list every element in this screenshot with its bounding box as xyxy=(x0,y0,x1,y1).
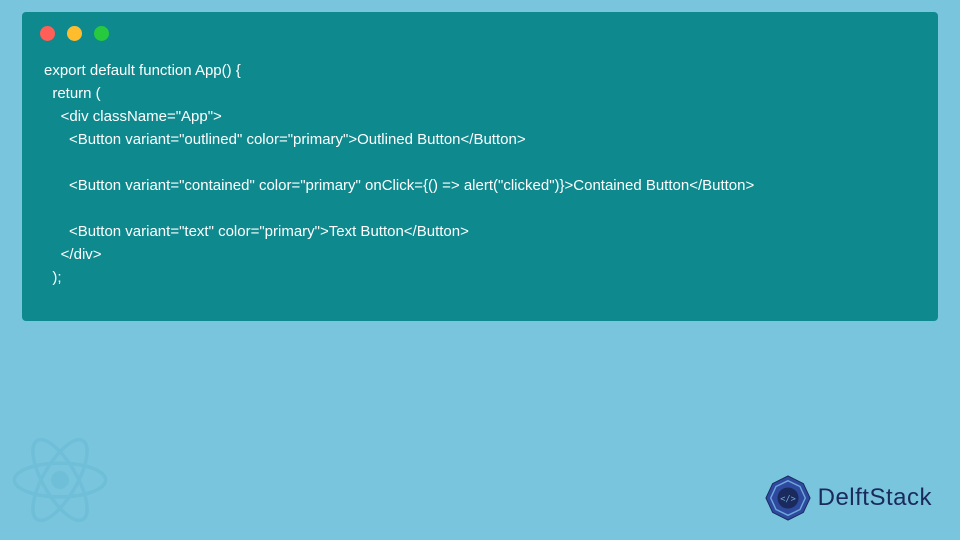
code-line: ); xyxy=(44,269,62,286)
close-icon[interactable] xyxy=(40,26,55,41)
brand-name: DelftStack xyxy=(818,484,932,512)
svg-text:</>: </> xyxy=(780,494,796,504)
code-line: <Button variant="contained" color="prima… xyxy=(44,177,754,194)
maximize-icon[interactable] xyxy=(94,26,109,41)
minimize-icon[interactable] xyxy=(67,26,82,41)
window-titlebar xyxy=(22,12,938,51)
code-line: export default function App() { xyxy=(44,62,241,79)
code-line: <div className="App"> xyxy=(44,108,222,125)
code-line: return ( xyxy=(44,85,101,102)
code-window: export default function App() { return (… xyxy=(22,12,938,321)
code-line: <Button variant="outlined" color="primar… xyxy=(44,131,526,148)
code-line: <Button variant="text" color="primary">T… xyxy=(44,223,469,240)
code-content: export default function App() { return (… xyxy=(22,51,938,297)
brand-logo-area: </> DelftStack xyxy=(764,474,932,522)
page-background: export default function App() { return (… xyxy=(0,0,960,540)
delftstack-logo-icon: </> xyxy=(764,474,812,522)
react-watermark-icon xyxy=(0,420,120,540)
code-line: </div> xyxy=(44,246,102,263)
